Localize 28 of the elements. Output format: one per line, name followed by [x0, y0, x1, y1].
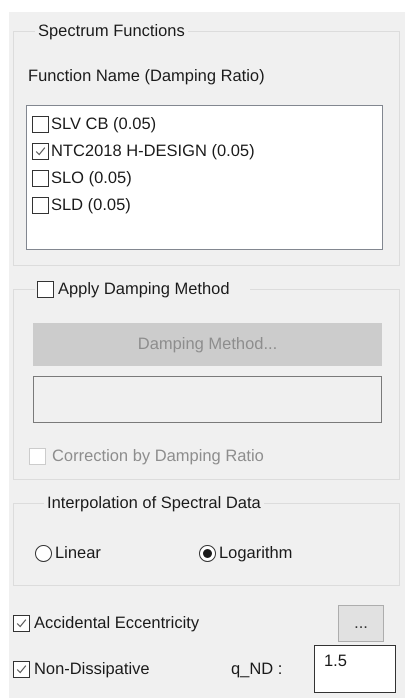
input-field[interactable]: 1.5 — [314, 645, 396, 693]
input-field[interactable] — [33, 376, 382, 423]
checkmark-icon — [15, 617, 28, 630]
checkbox-label: Correction by Damping Ratio — [52, 447, 264, 466]
radio-label: Linear — [55, 544, 101, 563]
checkbox[interactable] — [32, 197, 49, 214]
radio-label: Logarithm — [219, 544, 292, 563]
radio-button[interactable] — [35, 545, 52, 562]
group-title: Spectrum Functions — [37, 22, 186, 41]
checkmark-icon — [34, 145, 47, 158]
checkbox[interactable] — [13, 660, 30, 678]
checkbox-label: SLD (0.05) — [51, 196, 131, 215]
checkbox[interactable] — [32, 143, 49, 160]
group-title: Interpolation of Spectral Data — [46, 494, 262, 513]
checkbox-label: SLV CB (0.05) — [51, 115, 156, 134]
checkbox[interactable] — [32, 116, 49, 133]
checkbox[interactable] — [32, 170, 49, 187]
checkbox-label: Apply Damping Method — [58, 280, 230, 299]
checkbox[interactable] — [13, 615, 30, 632]
checkbox-label: NTC2018 H-DESIGN (0.05) — [51, 142, 255, 161]
checkbox-label: SLO (0.05) — [51, 169, 132, 188]
more-button[interactable]: ... — [338, 605, 384, 642]
field-label: q_ND : — [231, 660, 284, 678]
checkbox-label: Non-Dissipative — [34, 660, 150, 678]
checkbox-label: Accidental Eccentricity — [34, 614, 200, 633]
radio-button[interactable] — [199, 545, 216, 562]
list-label: Function Name (Damping Ratio) — [28, 67, 266, 86]
checkmark-icon — [15, 662, 28, 676]
